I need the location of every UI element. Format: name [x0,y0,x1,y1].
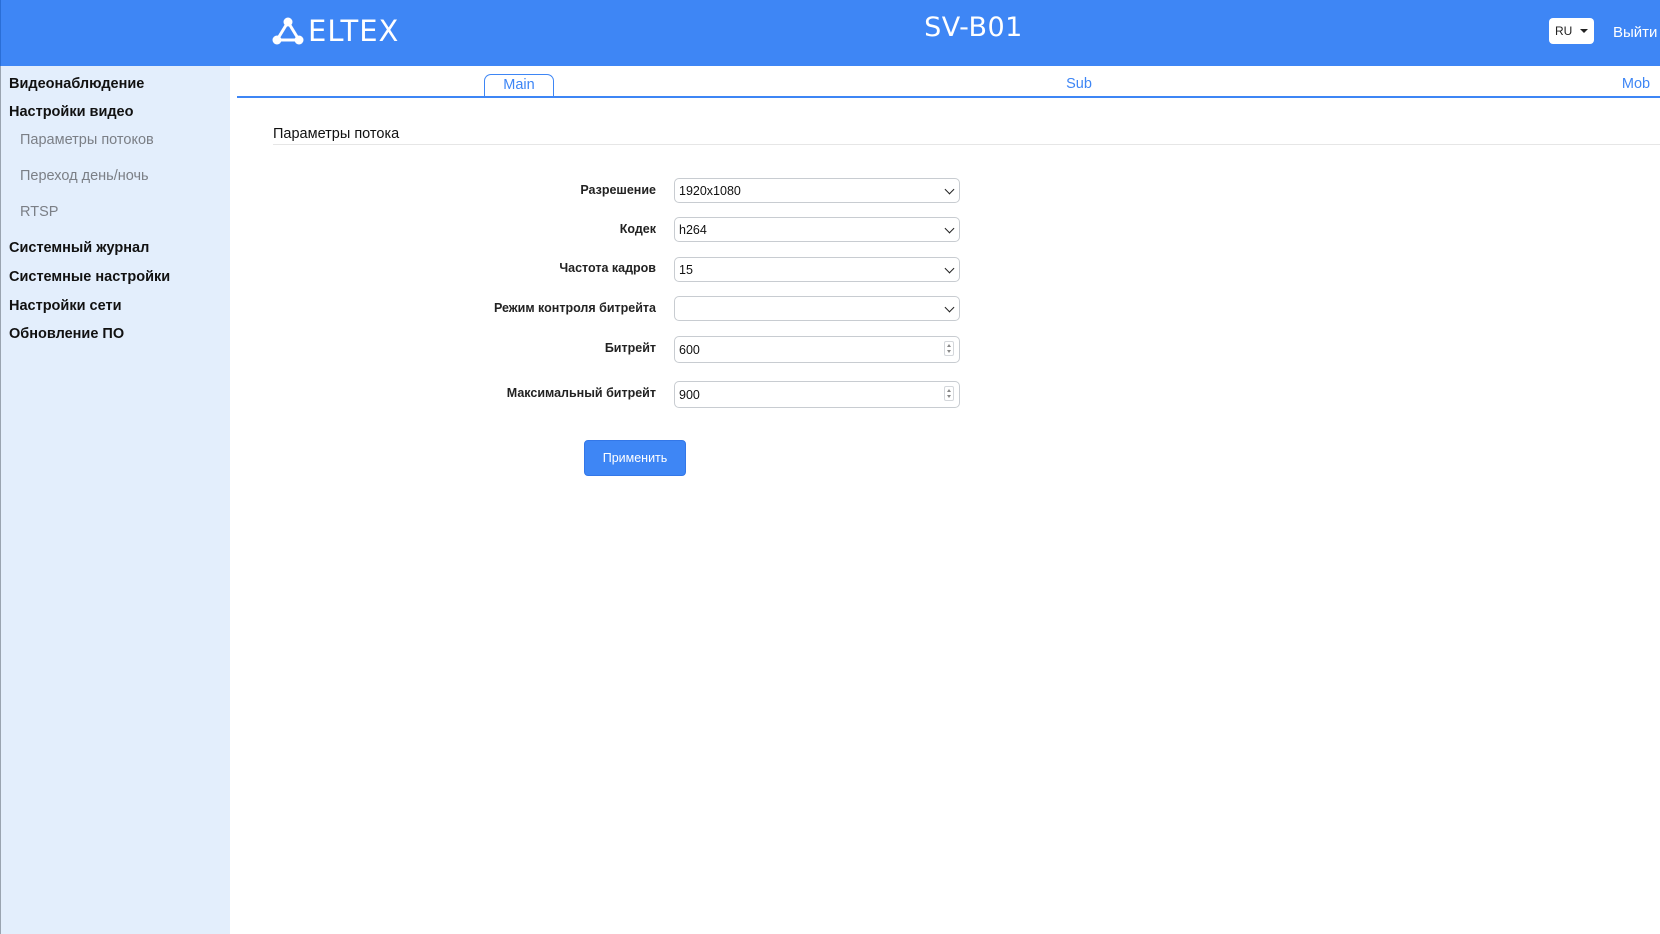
tab-main[interactable]: Main [484,74,554,96]
logout-link[interactable]: Выйти [1613,24,1657,41]
max-bitrate-label: Максимальный битрейт [506,386,656,400]
language-value: RU [1555,24,1573,38]
chevron-down-icon [944,184,955,195]
chevron-down-icon [944,223,955,234]
chevron-down-icon [944,263,955,274]
resolution-select[interactable]: 1920x1080 [674,178,960,203]
sidebar: Видеонаблюдение Настройки видео Параметр… [0,66,230,934]
framerate-label: Частота кадров [559,261,656,275]
top-header: ELTEX SV-B01 RU Выйти [0,0,1660,66]
language-select[interactable]: RU [1549,18,1594,44]
resolution-value: 1920x1080 [679,183,741,198]
chevron-down-icon [944,302,955,313]
caret-down-icon [1580,29,1588,33]
bitrate-label: Битрейт [604,341,656,355]
section-divider [273,144,1660,145]
sidebar-item-rtsp[interactable]: RTSP [20,204,58,220]
apply-button[interactable]: Применить [584,440,686,476]
sidebar-item-video-surveillance[interactable]: Видеонаблюдение [9,76,144,92]
sidebar-item-system-settings[interactable]: Системные настройки [9,269,170,285]
resolution-label: Разрешение [580,183,656,197]
codec-label: Кодек [619,222,656,236]
framerate-select[interactable]: 15 [674,257,960,282]
section-title: Параметры потока [273,126,400,142]
tabs-underline [237,96,1660,98]
sidebar-item-system-log[interactable]: Системный журнал [9,240,149,256]
bitrate-mode-select[interactable] [674,296,960,321]
sidebar-item-day-night[interactable]: Переход день/ночь [20,168,149,184]
sidebar-item-firmware-update[interactable]: Обновление ПО [9,326,124,342]
bitrate-value: 600 [679,342,700,357]
codec-value: h264 [679,222,707,237]
framerate-value: 15 [679,262,693,277]
max-bitrate-input[interactable]: 900 [674,381,960,408]
tab-mob[interactable]: Mob [1619,74,1653,94]
sidebar-item-network-settings[interactable]: Настройки сети [9,298,121,314]
max-bitrate-value: 900 [679,387,700,402]
device-title: SV-B01 [924,12,1023,43]
sidebar-item-video-settings[interactable]: Настройки видео [9,104,133,120]
spinner-icon[interactable] [944,386,954,401]
codec-select[interactable]: h264 [674,217,960,242]
sidebar-item-stream-params[interactable]: Параметры потоков [20,132,154,148]
tab-sub[interactable]: Sub [1064,74,1094,94]
bitrate-input[interactable]: 600 [674,336,960,363]
bitrate-mode-label: Режим контроля битрейта [493,301,656,315]
spinner-icon[interactable] [944,341,954,356]
